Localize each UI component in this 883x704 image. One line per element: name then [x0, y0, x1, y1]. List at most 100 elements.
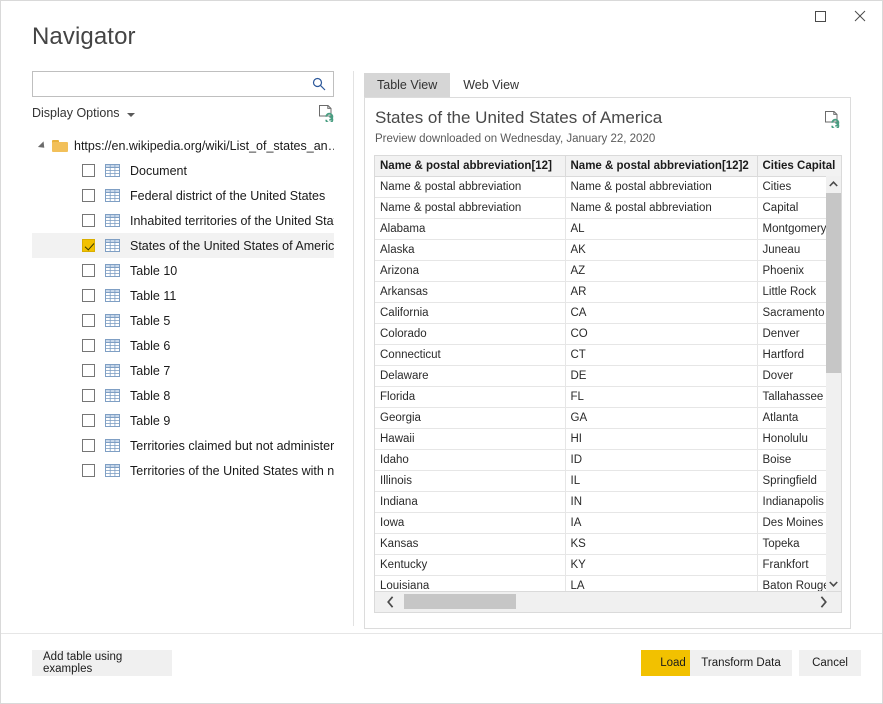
tree-item[interactable]: Inhabited territories of the United Stat… [32, 208, 334, 233]
table-row[interactable]: Iowa IA Des Moines [375, 512, 841, 534]
tree-item[interactable]: States of the United States of America [32, 233, 334, 258]
maximize-button[interactable] [800, 1, 840, 31]
checkbox-unchecked[interactable] [82, 364, 95, 377]
tree-root-label: https://en.wikipedia.org/wiki/List_of_st… [74, 138, 334, 153]
checkbox-unchecked[interactable] [82, 189, 95, 202]
grid-vertical-scrollbar[interactable] [826, 176, 841, 591]
tree-item[interactable]: Document [32, 158, 334, 183]
grid-column-header[interactable]: Name & postal abbreviation[12]2 [565, 156, 758, 177]
table-row[interactable]: Arkansas AR Little Rock [375, 281, 841, 303]
tree-item-label: Table 8 [130, 388, 171, 403]
grid-cell: CO [565, 323, 758, 345]
transform-data-button[interactable]: Transform Data [690, 650, 792, 676]
tab-table-view[interactable]: Table View [364, 73, 451, 97]
table-icon [105, 414, 120, 427]
checkbox-unchecked[interactable] [82, 314, 95, 327]
table-row[interactable]: Delaware DE Dover [375, 365, 841, 387]
search-icon[interactable] [309, 75, 329, 93]
checkbox-unchecked[interactable] [82, 439, 95, 452]
grid-cell: Name & postal abbreviation [375, 176, 566, 198]
search-input[interactable] [33, 72, 305, 96]
checkbox-unchecked[interactable] [82, 389, 95, 402]
checkbox-checked[interactable] [82, 239, 95, 252]
table-row[interactable]: Indiana IN Indianapolis [375, 491, 841, 513]
table-row[interactable]: Illinois IL Springfield [375, 470, 841, 492]
table-row[interactable]: Kansas KS Topeka [375, 533, 841, 555]
tree-item[interactable]: Table 5 [32, 308, 334, 333]
tab-web-view[interactable]: Web View [450, 73, 532, 97]
close-icon [854, 10, 866, 22]
tree-item-label: States of the United States of America [130, 238, 334, 253]
table-row[interactable]: Name & postal abbreviation Name & postal … [375, 197, 841, 219]
add-table-using-examples-button[interactable]: Add table using examples [32, 650, 172, 676]
tree-item[interactable]: Table 6 [32, 333, 334, 358]
search-box[interactable] [32, 71, 334, 97]
scroll-right-icon[interactable] [813, 592, 833, 611]
table-row[interactable]: Hawaii HI Honolulu [375, 428, 841, 450]
grid-cell: IL [565, 470, 758, 492]
checkbox-unchecked[interactable] [82, 264, 95, 277]
table-row[interactable]: Connecticut CT Hartford [375, 344, 841, 366]
grid-cell: Alabama [375, 218, 566, 240]
refresh-page-icon[interactable] [318, 104, 334, 124]
table-row[interactable]: Kentucky KY Frankfort [375, 554, 841, 576]
grid-cell: Colorado [375, 323, 566, 345]
scroll-left-icon[interactable] [380, 592, 400, 611]
checkbox-unchecked[interactable] [82, 464, 95, 477]
grid-cell: AZ [565, 260, 758, 282]
grid-cell: HI [565, 428, 758, 450]
expand-triangle-icon[interactable] [37, 140, 48, 151]
table-row[interactable]: Florida FL Tallahassee [375, 386, 841, 408]
checkbox-unchecked[interactable] [82, 339, 95, 352]
grid-column-header[interactable]: Name & postal abbreviation[12] [375, 156, 566, 177]
display-options-dropdown[interactable]: Display Options [32, 106, 135, 120]
table-row[interactable]: Name & postal abbreviation Name & postal … [375, 176, 841, 198]
tree-item[interactable]: Table 11 [32, 283, 334, 308]
checkbox-unchecked[interactable] [82, 214, 95, 227]
table-icon [105, 289, 120, 302]
grid-cell: AL [565, 218, 758, 240]
table-row[interactable]: Louisiana LA Baton Rouge [375, 575, 841, 591]
tree-item[interactable]: Table 7 [32, 358, 334, 383]
grid-body: Name & postal abbreviation Name & postal … [375, 176, 841, 591]
grid-cell: AK [565, 239, 758, 261]
table-row[interactable]: Alaska AK Juneau [375, 239, 841, 261]
tree-item[interactable]: Territories of the United States with no… [32, 458, 334, 483]
table-icon [105, 239, 120, 252]
left-pane: Display Options https://en.wikipedia.org… [32, 71, 334, 571]
table-icon [105, 464, 120, 477]
tree-item-label: Federal district of the United States [130, 188, 326, 203]
grid-cell: Name & postal abbreviation [565, 176, 758, 198]
source-tree: https://en.wikipedia.org/wiki/List_of_st… [32, 133, 334, 483]
scroll-up-icon[interactable] [826, 176, 841, 191]
navigator-dialog: Navigator Display Options https://en.wik… [0, 0, 883, 704]
scroll-down-icon[interactable] [826, 576, 841, 591]
table-row[interactable]: Alabama AL Montgomery [375, 218, 841, 240]
tree-item[interactable]: Table 9 [32, 408, 334, 433]
grid-cell: Louisiana [375, 575, 566, 591]
horizontal-scroll-thumb[interactable] [404, 594, 516, 609]
refresh-page-icon[interactable] [824, 110, 840, 130]
table-row[interactable]: Idaho ID Boise [375, 449, 841, 471]
table-row[interactable]: Georgia GA Atlanta [375, 407, 841, 429]
table-row[interactable]: Colorado CO Denver [375, 323, 841, 345]
tree-item-label: Table 11 [130, 288, 177, 303]
tree-item[interactable]: Table 10 [32, 258, 334, 283]
vertical-scroll-thumb[interactable] [826, 193, 841, 373]
table-icon [105, 364, 120, 377]
table-row[interactable]: California CA Sacramento [375, 302, 841, 324]
checkbox-unchecked[interactable] [82, 414, 95, 427]
table-row[interactable]: Arizona AZ Phoenix [375, 260, 841, 282]
cancel-button[interactable]: Cancel [799, 650, 861, 676]
tree-item[interactable]: Table 8 [32, 383, 334, 408]
grid-column-header[interactable]: Cities Capital [757, 156, 841, 177]
preview-subtitle: Preview downloaded on Wednesday, January… [375, 133, 656, 145]
checkbox-unchecked[interactable] [82, 164, 95, 177]
grid-cell: IN [565, 491, 758, 513]
checkbox-unchecked[interactable] [82, 289, 95, 302]
close-button[interactable] [840, 1, 880, 31]
grid-horizontal-scrollbar[interactable] [374, 592, 842, 613]
tree-root-node[interactable]: https://en.wikipedia.org/wiki/List_of_st… [32, 133, 334, 158]
tree-item[interactable]: Federal district of the United States [32, 183, 334, 208]
tree-item[interactable]: Territories claimed but not administered… [32, 433, 334, 458]
